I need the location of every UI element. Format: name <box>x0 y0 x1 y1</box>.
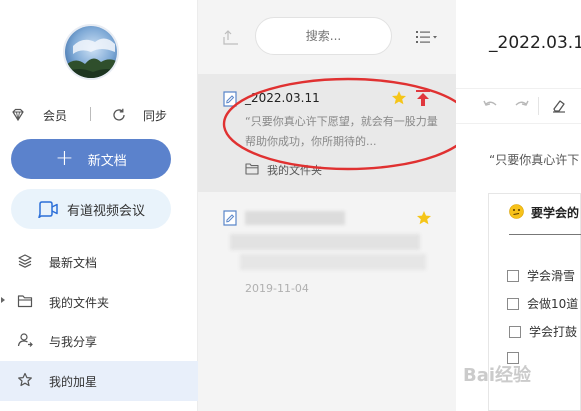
back-up-icon[interactable] <box>222 28 240 46</box>
search-input[interactable] <box>255 17 392 55</box>
sidebar-item-label: 我的加星 <box>49 375 98 389</box>
star-outline-icon <box>18 372 32 387</box>
todo-item[interactable]: 会做10道 <box>507 295 578 312</box>
sidebar-item-starred[interactable]: 我的加星 <box>0 361 198 401</box>
eraser-icon[interactable] <box>551 98 567 114</box>
toolbar-divider <box>538 97 539 115</box>
thinking-emoji-icon <box>509 204 524 219</box>
todo-label: 会做10道 <box>527 297 579 311</box>
todo-item[interactable]: 学会滑雪 <box>507 267 575 284</box>
sidebar-item-shared-with-me[interactable]: 与我分享 <box>0 321 198 359</box>
diamond-icon[interactable] <box>10 107 26 123</box>
list-item[interactable]: 2019-11-04 <box>198 192 456 312</box>
redo-icon[interactable] <box>514 99 530 113</box>
list-view-icon[interactable] <box>416 30 440 44</box>
sync-icon[interactable] <box>111 107 127 123</box>
sidebar: 会员 同步 + 新文档 有道视频会议 最新文档 我的文件夹 与我分享 我的加星 <box>0 0 198 411</box>
checkbox[interactable] <box>507 270 519 282</box>
new-document-button[interactable]: + 新文档 <box>11 139 171 179</box>
member-sync-row: 会员 同步 <box>0 104 198 126</box>
document-list: _2022.03.11 “只要你真心许下愿望，就会有一股力量帮助你成功，你所期待… <box>198 0 456 411</box>
blurred-title <box>245 211 345 225</box>
todo-label: 学会打鼓 <box>529 325 578 339</box>
sidebar-item-label: 最新文档 <box>49 256 98 270</box>
card-heading: 要学会的 <box>531 206 580 220</box>
list-toolbar <box>198 0 456 74</box>
video-meeting-label: 有道视频会议 <box>66 203 145 219</box>
document-icon <box>223 210 237 226</box>
list-item-date: 2019-11-04 <box>245 282 309 295</box>
layers-icon <box>18 254 32 268</box>
sidebar-item-my-folders[interactable]: 我的文件夹 <box>0 282 198 320</box>
watermark: Bai经验 <box>463 365 532 386</box>
document-title[interactable]: _2022.03.11 <box>489 33 581 53</box>
video-camera-icon <box>38 201 58 218</box>
annotation-circle <box>222 77 474 171</box>
document-quote[interactable]: “只要你真心许下 <box>489 151 579 168</box>
sidebar-item-label: 我的文件夹 <box>49 296 110 310</box>
sidebar-item-label: 与我分享 <box>49 335 98 349</box>
checkbox[interactable] <box>507 298 519 310</box>
video-meeting-button[interactable]: 有道视频会议 <box>11 189 171 229</box>
list-scroll-area <box>198 392 456 411</box>
new-document-label: 新文档 <box>87 153 127 169</box>
share-user-icon <box>17 333 33 347</box>
member-label[interactable]: 会员 <box>43 107 67 124</box>
divider <box>90 107 91 121</box>
todo-label: 学会滑雪 <box>527 269 576 283</box>
sidebar-item-latest[interactable]: 最新文档 <box>0 242 198 280</box>
heading-divider <box>509 234 581 235</box>
blurred-snippet-line <box>240 254 426 270</box>
plus-icon: + <box>55 146 74 171</box>
todo-item[interactable]: 学会打鼓 <box>509 323 577 340</box>
editor-toolbar <box>456 88 581 124</box>
folder-icon <box>17 295 33 308</box>
app-window: 会员 同步 + 新文档 有道视频会议 最新文档 我的文件夹 与我分享 我的加星 … <box>0 0 581 411</box>
avatar[interactable] <box>63 24 119 80</box>
star-filled-icon[interactable] <box>416 210 432 226</box>
blurred-snippet-line <box>230 234 420 250</box>
editor-pane: _2022.03.11 “只要你真心许下 <box>456 0 581 411</box>
checkbox[interactable] <box>509 326 521 338</box>
sync-label[interactable]: 同步 <box>143 107 167 124</box>
undo-icon[interactable] <box>482 99 498 113</box>
